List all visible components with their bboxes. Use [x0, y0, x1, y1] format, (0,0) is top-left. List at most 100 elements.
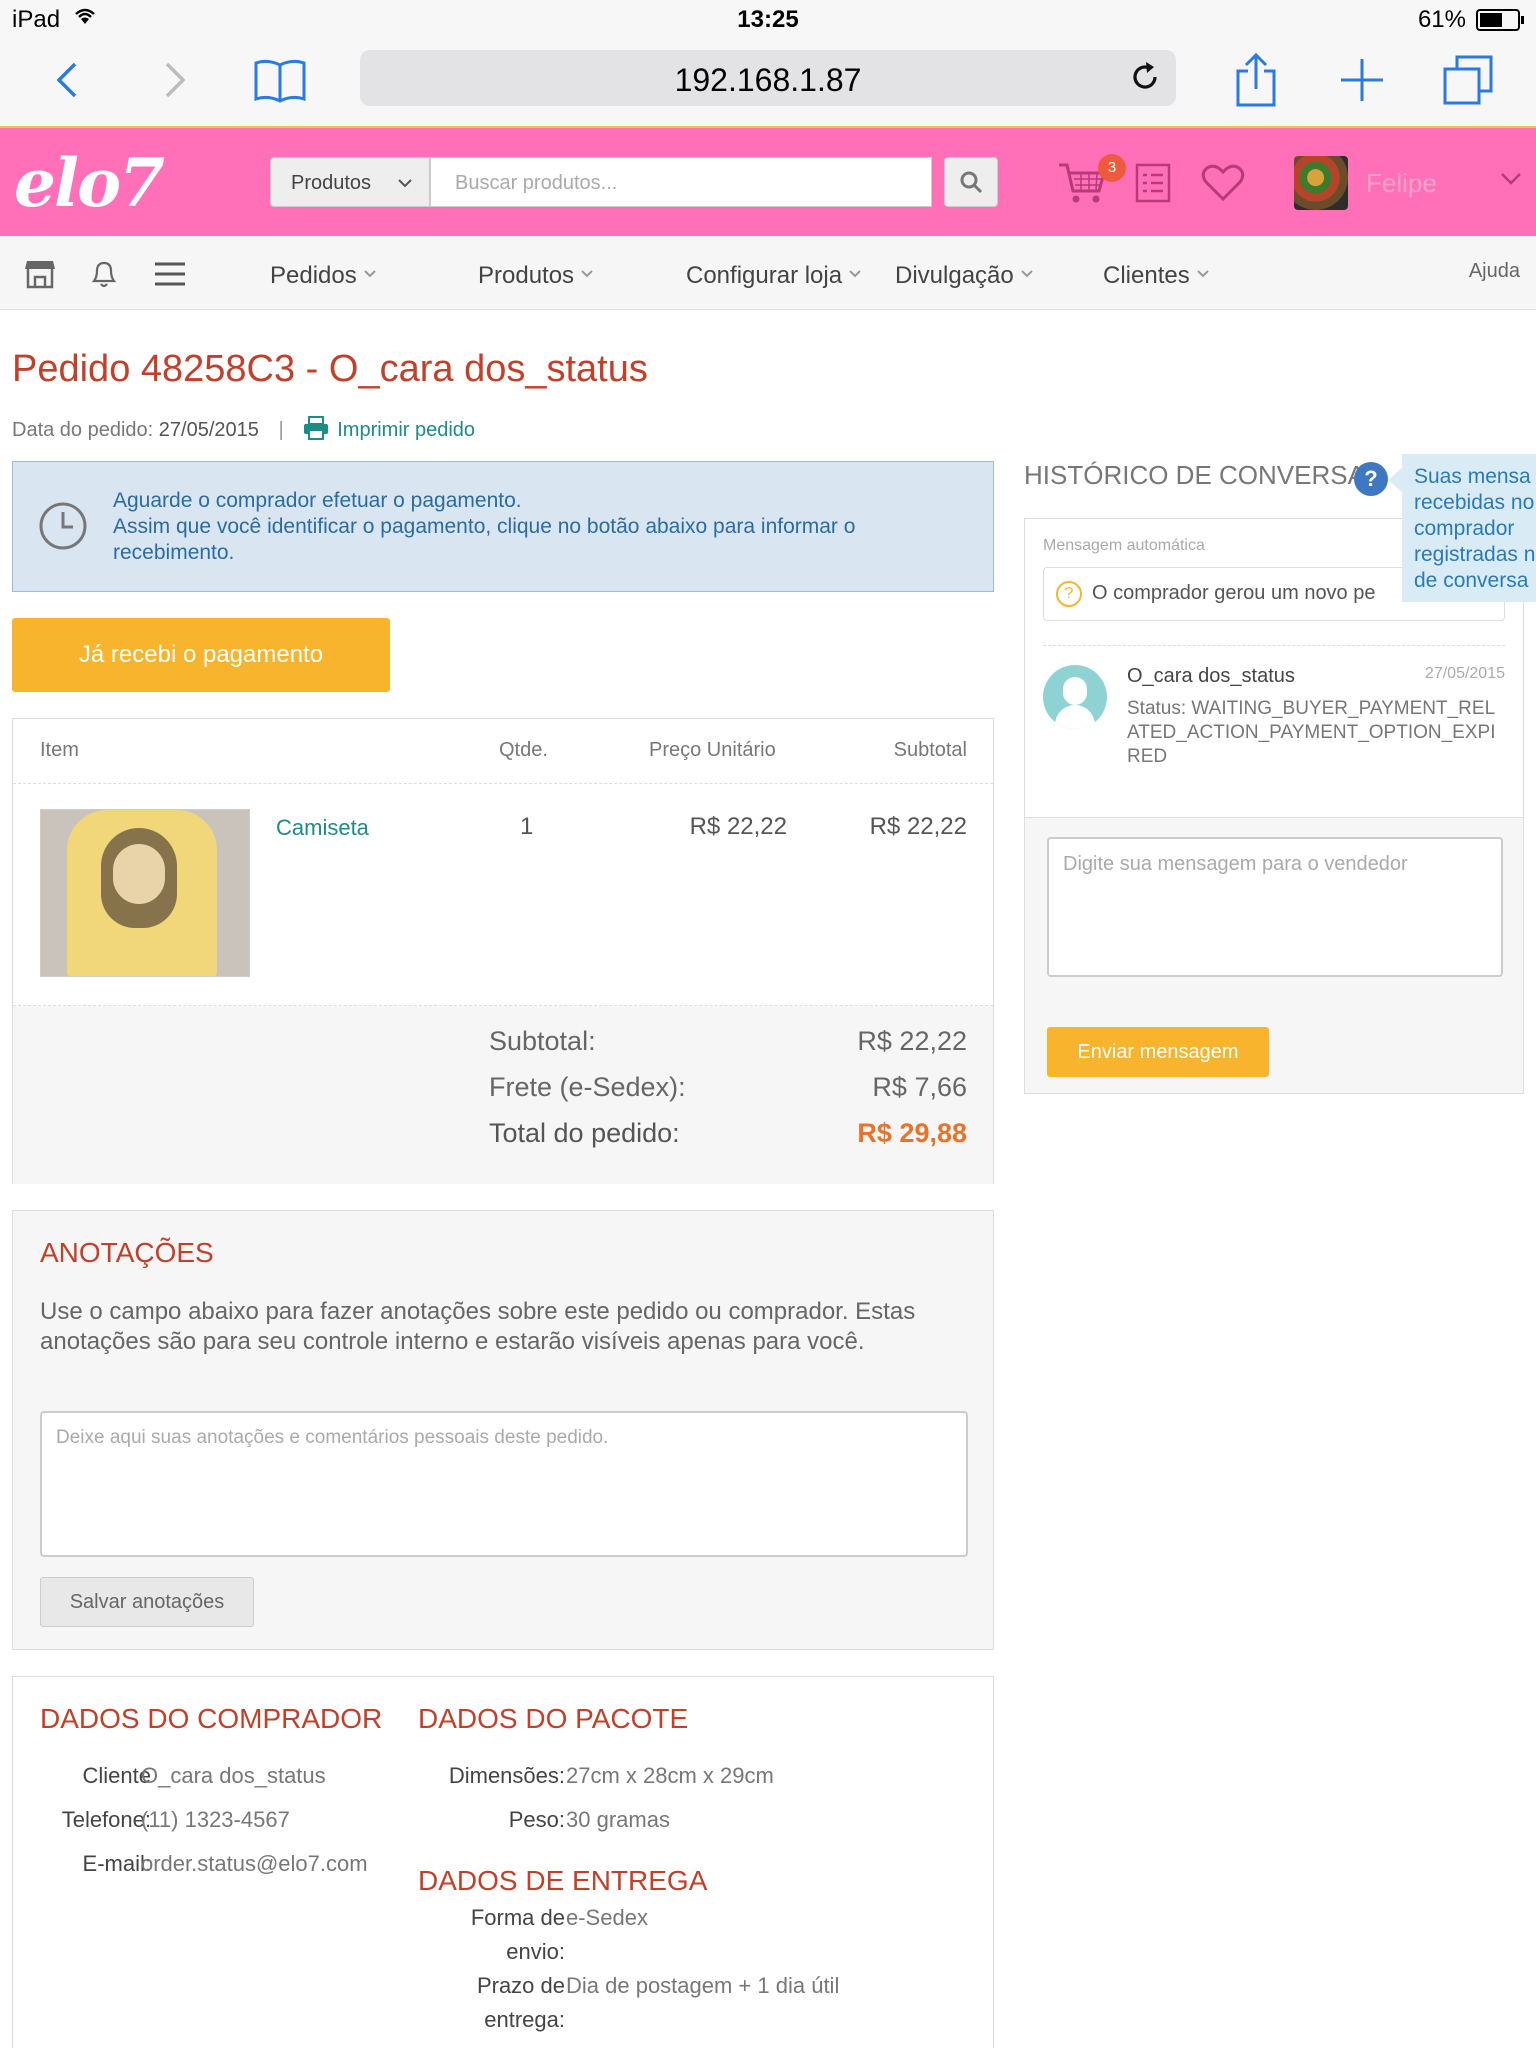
menu-icon[interactable] [150, 254, 190, 294]
shipping-label: Frete (e-Sedex): [489, 1072, 686, 1102]
chevron-down-icon [848, 258, 862, 286]
site-header: elo7 Produtos Buscar produtos... 3 Felip… [0, 128, 1536, 236]
print-order-link[interactable]: Imprimir pedido [303, 416, 476, 441]
shipping-value: R$ 7,66 [872, 1072, 967, 1102]
payment-received-button[interactable]: Já recebi o pagamento [12, 618, 390, 692]
shipping-method-value: e-Sedex [566, 1905, 648, 1930]
subtotal-label: Subtotal: [489, 1026, 596, 1056]
orders-list-icon[interactable] [1128, 158, 1178, 208]
buyer-avatar [1043, 665, 1107, 729]
order-date-label: Data do pedido: [12, 419, 154, 441]
nav-item-label: Divulgação [895, 262, 1014, 289]
chevron-down-icon [363, 258, 377, 286]
message-input[interactable] [1047, 837, 1503, 977]
product-image[interactable] [40, 809, 250, 977]
tabs-icon[interactable] [1436, 48, 1500, 112]
chevron-down-icon [580, 258, 594, 286]
package-data-title: DADOS DO PACOTE [418, 1703, 689, 1734]
shipping-method-label: Forma de [470, 1905, 565, 1930]
url-text: 192.168.1.87 [674, 62, 862, 98]
nav-item-label: Produtos [478, 262, 575, 289]
page-title: Pedido 48258C3 - O_cara dos_status [12, 348, 648, 390]
client-value: O_cara dos_status [141, 1763, 326, 1788]
notes-textarea[interactable] [40, 1411, 968, 1557]
subtotal-value: R$ 22,22 [857, 1026, 967, 1056]
message-sender: O_cara dos_status [1127, 665, 1295, 687]
search-input[interactable]: Buscar produtos... [430, 157, 932, 207]
nav-item-produtos[interactable]: Produtos [478, 258, 594, 290]
help-icon[interactable]: ? [1354, 462, 1388, 496]
user-avatar[interactable] [1294, 156, 1348, 210]
order-meta: Data do pedido: 27/05/2015 | Imprimir pe… [12, 416, 475, 446]
total-label: Total do pedido: [489, 1118, 680, 1148]
item-qty: 1 [520, 813, 534, 840]
buyer-data-title: DADOS DO COMPRADOR [40, 1703, 383, 1734]
alert-line-1: Aguarde o comprador efetuar o pagamento. [113, 489, 522, 512]
phone-label: Telefone: [61, 1807, 151, 1832]
nav-item-label: Configurar loja [686, 262, 843, 289]
heart-icon[interactable] [1198, 158, 1248, 208]
delivery-deadline-label: Prazo de [476, 1973, 565, 1998]
chevron-down-icon[interactable] [1500, 172, 1522, 191]
weight-value: 30 gramas [566, 1807, 670, 1832]
tooltip-body: Suas mensa recebidas no comprador regist… [1388, 454, 1536, 602]
item-unit-price: R$ 22,22 [689, 813, 787, 840]
nav-item-divulgacao[interactable]: Divulgação [895, 258, 1034, 290]
order-totals: Subtotal: R$ 22,22 Frete (e-Sedex): R$ 7… [13, 1006, 993, 1184]
clock-icon [37, 500, 89, 557]
message-date: 27/05/2015 [1424, 665, 1505, 682]
search-button[interactable] [944, 157, 998, 207]
order-date: 27/05/2015 [158, 419, 259, 441]
chat-history-title: HISTÓRICO DE CONVERSA [1024, 460, 1365, 490]
order-items-table: Item Qtde. Preço Unitário Subtotal Camis… [12, 718, 994, 1184]
help-tooltip: Suas mensa recebidas no comprador regist… [1388, 454, 1536, 602]
back-icon[interactable] [36, 48, 100, 112]
nav-item-pedidos[interactable]: Pedidos [270, 258, 377, 290]
divider [13, 783, 993, 784]
payment-alert: Aguarde o comprador efetuar o pagamento.… [12, 461, 994, 592]
weight-label: Peso: [508, 1807, 565, 1832]
bookmarks-icon[interactable] [248, 48, 312, 112]
send-message-button[interactable]: Enviar mensagem [1047, 1027, 1269, 1077]
clock: 13:25 [737, 6, 799, 33]
clock-icon: ? [1056, 581, 1082, 607]
forward-icon[interactable] [142, 48, 206, 112]
nav-item-label: Clientes [1103, 262, 1190, 289]
divider [1043, 645, 1505, 646]
nav-item-label: Pedidos [270, 262, 357, 289]
browser-toolbar: 192.168.1.87 [0, 40, 1536, 128]
message-text: Status: WAITING_BUYER_PAYMENT_RELATED_AC… [1127, 698, 1496, 767]
new-tab-icon[interactable] [1330, 48, 1394, 112]
help-link[interactable]: Ajuda [1469, 260, 1520, 283]
reload-icon[interactable] [1128, 60, 1162, 99]
notes-title: ANOTAÇÕES [40, 1237, 214, 1268]
nav-item-configurar-loja[interactable]: Configurar loja [686, 258, 862, 290]
delivery-data-title: DADOS DE ENTREGA [418, 1865, 708, 1896]
product-link[interactable]: Camiseta [276, 815, 369, 841]
alert-text: Aguarde o comprador efetuar o pagamento.… [113, 488, 973, 566]
meta-separator: | [278, 419, 284, 441]
share-icon[interactable] [1224, 48, 1288, 112]
nav-item-clientes[interactable]: Clientes [1103, 258, 1210, 290]
column-header-subtotal: Subtotal [893, 739, 967, 761]
search-category-select[interactable]: Produtos [270, 157, 430, 207]
email-value[interactable]: order.status@elo7.com [141, 1851, 368, 1877]
elo7-logo[interactable]: elo7 [14, 144, 165, 222]
seller-nav: Pedidos Produtos Configurar loja Divulga… [0, 236, 1536, 310]
alert-line-2: Assim que você identificar o pagamento, … [113, 515, 856, 564]
order-details-section: DADOS DO COMPRADOR Cliente O_cara dos_st… [12, 1676, 994, 2048]
total-value: R$ 29,88 [857, 1118, 967, 1148]
bell-icon[interactable] [84, 254, 124, 294]
cart-count-badge: 3 [1098, 154, 1126, 182]
battery-icon [1476, 9, 1524, 31]
user-name[interactable]: Felipe [1366, 168, 1437, 199]
store-icon[interactable] [20, 254, 60, 294]
column-header-unit-price: Preço Unitário [649, 739, 776, 761]
tooltip-text: Suas mensa recebidas no comprador regist… [1414, 465, 1536, 592]
address-bar[interactable]: 192.168.1.87 [360, 50, 1176, 106]
shipping-method-label-2: envio: [506, 1939, 565, 1964]
search-icon [960, 171, 983, 194]
chat-panel: Mensagem automática ? O comprador gerou … [1024, 518, 1524, 1094]
save-notes-button[interactable]: Salvar anotações [40, 1577, 254, 1627]
print-order-label: Imprimir pedido [337, 419, 476, 441]
